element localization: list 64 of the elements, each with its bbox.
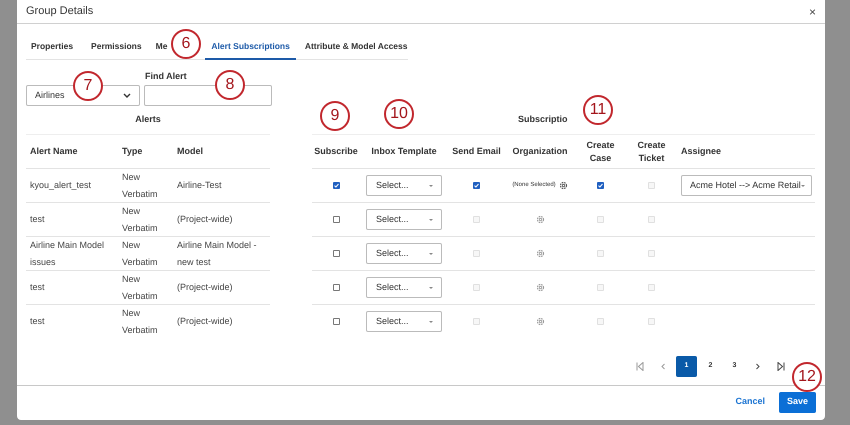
cancel-button[interactable]: Cancel — [735, 395, 765, 409]
template-dropdown[interactable]: Select... — [366, 277, 442, 298]
table-cell-text: test — [29, 213, 46, 226]
table-cell-text: (Project-wide) — [176, 315, 234, 328]
column-header: Create Case — [585, 138, 616, 164]
checkbox[interactable] — [332, 318, 340, 325]
assignee-dropdown[interactable]: Acme Hotel --> Acme Retail — [681, 175, 812, 196]
column-header: Model — [176, 145, 204, 158]
gear-icon — [536, 249, 544, 258]
table-cell-text: kyou_alert_test — [29, 179, 92, 192]
template-dropdown[interactable]: Select... — [366, 175, 442, 196]
close-button[interactable]: × — [808, 6, 816, 18]
save-button[interactable]: Save — [779, 392, 816, 412]
dialog-title: Group Details — [26, 4, 94, 20]
checkbox[interactable] — [332, 216, 340, 223]
checkbox[interactable] — [597, 182, 604, 189]
checkbox[interactable] — [332, 284, 340, 291]
table-title: Alerts — [134, 113, 162, 126]
gear-icon — [536, 283, 544, 292]
chevron-right-icon — [754, 362, 762, 371]
template-dropdown[interactable]: Select... — [366, 243, 442, 264]
column-header: Subscribe — [314, 146, 358, 156]
table-cell-text: New Verbatim — [121, 204, 159, 234]
template-dropdown[interactable]: Select... — [366, 209, 442, 230]
gear-icon — [536, 317, 544, 326]
column-header: Send Email — [452, 146, 501, 156]
column-header: Assignee — [681, 146, 722, 156]
column-header: Type — [121, 145, 144, 158]
tab[interactable]: Permissions — [91, 34, 142, 60]
column-header: Inbox Template — [371, 146, 437, 156]
table-cell-text: Airline Main Model - new test — [176, 238, 258, 268]
last-page-icon — [777, 362, 785, 371]
tab[interactable]: Alert Subscriptions — [205, 34, 296, 60]
column-header: Create Ticket — [636, 138, 666, 164]
table-cell-text: New Verbatim — [121, 238, 159, 268]
first-page-icon — [636, 362, 644, 371]
table-cell-text: test — [29, 315, 46, 328]
next-page-button[interactable] — [754, 362, 762, 371]
table-cell-text: Airline Main Model issues — [29, 238, 106, 268]
column-header: Alert Name — [29, 145, 79, 158]
column-header: Organization — [512, 146, 568, 156]
table-title: Subscriptio — [518, 114, 568, 124]
table-cell-text: Airline-Test — [176, 179, 223, 192]
table-cell-text: test — [29, 281, 46, 294]
checkbox[interactable] — [473, 182, 480, 189]
previous-page-button[interactable] — [659, 362, 667, 371]
first-page-button[interactable] — [636, 362, 644, 371]
table-cell-text: New Verbatim — [121, 306, 159, 336]
gear-icon — [536, 215, 544, 224]
table-cell-text: New Verbatim — [121, 170, 159, 200]
chevron-left-icon — [659, 362, 667, 371]
table-cell-text: (Project-wide) — [176, 213, 234, 226]
template-dropdown[interactable]: Select... — [366, 311, 442, 332]
table-cell-text: (Project-wide) — [176, 281, 234, 294]
chevron-down-icon — [123, 92, 131, 98]
tab[interactable]: Me — [156, 34, 168, 60]
last-page-button[interactable] — [777, 362, 785, 371]
checkbox[interactable] — [332, 250, 340, 257]
tab[interactable]: Properties — [31, 34, 74, 60]
gear-icon — [558, 181, 568, 190]
field-label: Find Alert — [145, 70, 187, 83]
checkbox[interactable] — [332, 182, 340, 189]
tab[interactable]: Attribute & Model Access — [304, 34, 408, 60]
table-cell-text: New Verbatim — [121, 272, 159, 302]
